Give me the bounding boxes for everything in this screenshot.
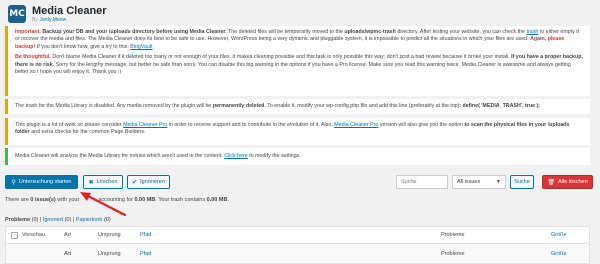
col-pfad-footer[interactable]: Pfad [140, 251, 151, 257]
be-thoughtful-label: Be thoughtful. [15, 54, 51, 61]
trash-icon: 🗑 [547, 179, 555, 186]
plugin-header: MC Media Cleaner By Jordy Meow [8, 4, 107, 24]
search-button[interactable]: Suche [510, 175, 534, 189]
analyze-info-notice: Media Cleaner will analyze the Media Lib… [5, 148, 590, 165]
trash-disabled-notice: The trash for the Media Library is disab… [5, 99, 590, 114]
table-header-row: Vorschau Art Ursprung Pfad Probleme Größ… [6, 227, 589, 244]
media-table: Vorschau Art Ursprung Pfad Probleme Größ… [5, 226, 590, 264]
table-footer-row: Art Ursprung Pfad Probleme Größe [6, 245, 589, 262]
scan-summary: There are 0 issue(s) with your accountin… [5, 197, 229, 203]
view-ignoriert[interactable]: Ignoriert [43, 217, 63, 223]
search-icon: ⚲ [11, 179, 16, 186]
col-ursprung-footer: Ursprung [98, 250, 121, 257]
important-label: Important. [15, 29, 41, 35]
author-byline: By Jordy Meow [32, 16, 67, 23]
col-groesse-footer[interactable]: Größe [551, 251, 567, 257]
col-art-footer: Art [64, 250, 72, 257]
author-link[interactable]: Jordy Meow [39, 17, 66, 23]
issue-filter-select[interactable]: All issues ▼ [452, 175, 506, 189]
media-cleaner-pro-link-1[interactable]: Media Cleaner Pro [123, 122, 167, 128]
page-title: Media Cleaner [32, 4, 107, 17]
delete-all-button[interactable]: 🗑 Alle löschen [542, 175, 593, 189]
col-probleme: Probleme [441, 232, 465, 238]
col-groesse[interactable]: Größe [551, 232, 567, 238]
settings-link[interactable]: Click here [224, 153, 248, 159]
backup-warning-notice: Important. Backup your DB and your /uplo… [5, 26, 590, 96]
view-probleme[interactable]: Probleme [5, 217, 30, 223]
col-ursprung: Ursprung [98, 232, 121, 238]
delete-button[interactable]: ✖ Löschen [83, 175, 123, 189]
select-all-checkbox[interactable] [11, 231, 18, 239]
search-input[interactable]: Suche [396, 175, 448, 189]
view-filters: Probleme (0) | Ignoriert (0) | Papierkor… [5, 217, 111, 223]
pro-upsell-notice: This plugin is a lot of work so please c… [5, 118, 590, 145]
blogvault-link[interactable]: BlogVault [130, 44, 152, 50]
col-probleme-footer: Probleme [441, 250, 465, 257]
ignore-button[interactable]: ✔ Ignorieren [127, 175, 170, 189]
col-art: Art [64, 232, 72, 238]
col-vorschau: Vorschau [22, 232, 45, 238]
view-papierkorb[interactable]: Papierkorb [76, 217, 103, 223]
media-cleaner-pro-link-2[interactable]: Media Cleaner Pro [334, 122, 378, 128]
col-pfad[interactable]: Pfad [140, 232, 151, 238]
define-snippet: define( 'MEDIA_TRASH', true ); [462, 103, 541, 109]
start-scan-button[interactable]: ⚲ Untersuchung starten [5, 175, 78, 189]
trash-link[interactable]: trash [527, 29, 539, 35]
chevron-down-icon: ▼ [496, 179, 501, 185]
media-cleaner-logo: MC [8, 5, 26, 23]
check-icon: ✔ [132, 179, 138, 186]
close-icon: ✖ [88, 179, 94, 186]
